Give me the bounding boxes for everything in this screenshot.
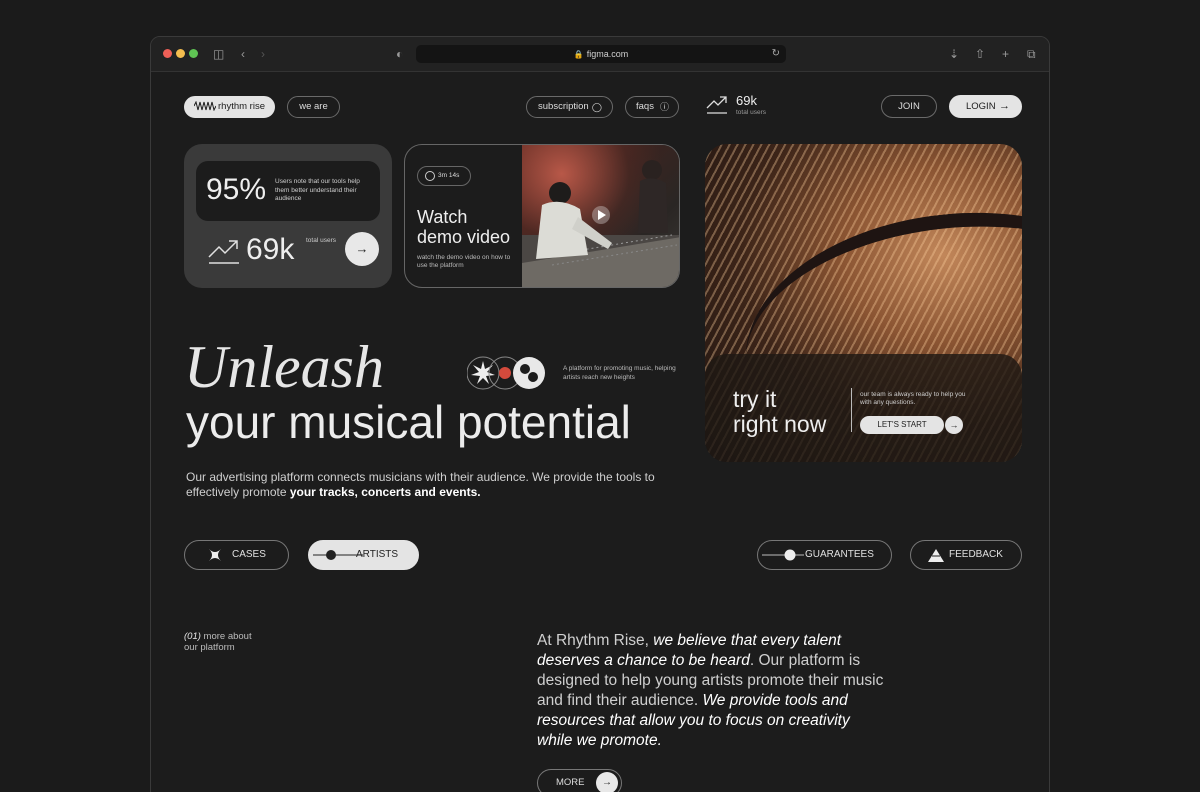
arrow-right-icon: → [596,772,618,792]
percent-note: Users note that our tools help them bett… [275,178,360,202]
hero-tagline: A platform for promoting music, helping … [563,365,676,381]
try-now-card: try it right now our team is always read… [705,144,1022,462]
guarantees-label: GUARANTEES [805,549,874,560]
demo-video-card[interactable]: 3m 14s Watch demo video watch the demo v… [404,144,680,288]
login-label: LOGIN [966,101,996,112]
circles-icon [513,357,545,389]
more-label: MORE [556,777,585,788]
address-bar[interactable]: 🔒 figma.com ↻ [416,45,786,63]
minimize-window-button[interactable] [176,49,185,58]
hero-lead: Our advertising platform connects musici… [186,470,686,500]
hero-icons [467,356,545,390]
faqs-label: faqs [636,101,654,112]
forward-icon[interactable]: › [261,46,265,62]
more-button[interactable]: MORE → [537,769,622,792]
percent-value: 95% [206,173,267,206]
new-tab-icon[interactable]: + [1002,46,1009,62]
lets-start-button[interactable]: LET'S START [860,416,944,434]
stats-card: 95% Users note that our tools help them … [184,144,392,288]
url-text: figma.com [586,49,629,59]
tabs-overview-icon[interactable]: ⧉ [1027,46,1036,62]
sidebar-icon[interactable]: ◫ [213,46,224,62]
try-now-line1: try it [733,386,777,412]
header-stat-value: 69k [736,93,757,108]
arrow-right-icon: → [355,241,369,256]
back-icon[interactable]: ‹ [241,46,245,62]
clock-icon [425,171,435,181]
divider [851,388,852,432]
duration-badge: 3m 14s [417,166,471,186]
slider-icon [313,550,363,560]
logo[interactable]: rhythm rise [184,96,275,118]
feedback-label: FEEDBACK [949,549,1003,560]
faqs-link[interactable]: faqs ⓘ [625,96,679,118]
browser-window: ◫ ‹ › ◐ 🔒 figma.com ↻ ⇣ ⇧ + ⧉ rhythm rise… [150,36,1050,792]
video-description: watch the demo video on how to use the p… [417,254,511,269]
about-index: (01) [184,631,201,642]
share-icon[interactable]: ⇧ [975,46,985,62]
question-icon: ⓘ [659,102,669,112]
stats-arrow-button[interactable]: → [345,232,379,266]
video-title-line2: demo video [417,227,511,247]
lets-start-arrow-button[interactable]: → [945,416,963,434]
users-label: total users [306,237,336,244]
headline-serif: Unleash [184,334,384,400]
waveform-icon [194,101,216,112]
try-now-line2: right now [733,411,827,437]
join-button[interactable]: JOIN [881,95,937,118]
sparkle-icon [209,549,221,561]
maximize-window-button[interactable] [189,49,198,58]
cases-button[interactable]: CASES [184,540,289,570]
subscription-link[interactable]: subscription ◯ [526,96,613,118]
pyramid-icon [928,549,944,562]
record-icon [499,367,511,379]
reload-icon[interactable]: ↻ [772,45,780,63]
video-title-line1: Watch [417,207,468,227]
download-icon[interactable]: ⇣ [949,46,959,62]
trend-up-icon [208,240,239,264]
arrow-right-icon: → [999,100,1010,112]
headline-sans: your musical potential [186,396,631,448]
cases-label: CASES [232,549,266,560]
shield-icon[interactable]: ◐ [396,46,403,62]
toggle-icon [762,549,804,561]
login-button[interactable]: LOGIN → [949,95,1022,118]
video-title: Watch demo video [417,207,510,247]
about-section-label: (01) more about our platform [184,631,252,653]
about-text-1: At Rhythm Rise, [537,632,654,649]
close-window-button[interactable] [163,49,172,58]
browser-toolbar: ◫ ‹ › ◐ 🔒 figma.com ↻ ⇣ ⇧ + ⧉ [151,37,1049,72]
about-label-line1: more about [200,631,252,642]
feedback-button[interactable]: FEEDBACK [910,540,1022,570]
lead-bold: your tracks, concerts and events. [289,485,481,499]
studio-photo [522,145,679,287]
trend-up-icon [706,96,727,114]
subscription-label: subscription [538,101,589,112]
arrow-right-icon: → [949,420,959,430]
logo-text: rhythm rise [218,101,265,112]
lock-icon: 🔒 [573,50,584,59]
landing-page: rhythm rise we are subscription ◯ faqs ⓘ… [151,73,1049,792]
try-now-title: try it right now [733,387,826,437]
users-value: 69k [246,233,295,266]
header-stat-label: total users [736,109,766,116]
we-are-link[interactable]: we are [287,96,340,118]
percent-panel: 95% Users note that our tools help them … [196,161,380,221]
guarantees-button[interactable]: GUARANTEES [757,540,892,570]
studio-scene [522,160,679,287]
duration-text: 3m 14s [438,172,460,179]
user-icon: ◯ [591,102,602,112]
artists-button[interactable]: ARTISTS [308,540,419,570]
about-label-line2: our platform [184,642,235,653]
team-note: our team is always ready to help you wit… [860,391,966,406]
about-paragraph: At Rhythm Rise, we believe that every ta… [537,631,887,751]
